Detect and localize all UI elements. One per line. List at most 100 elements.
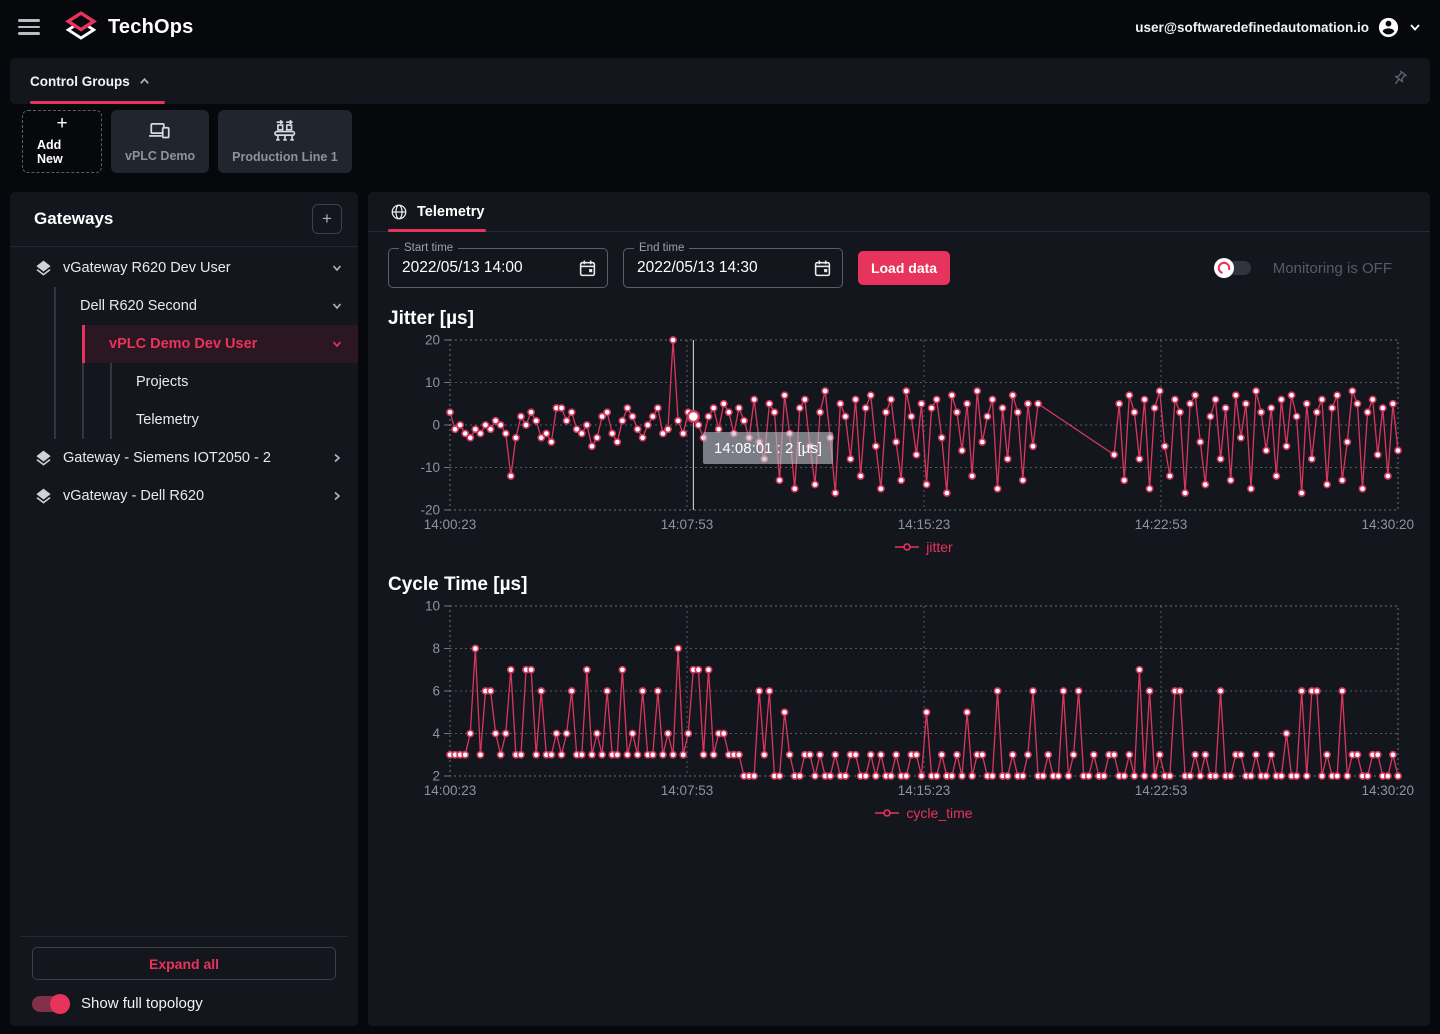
power-knob-icon bbox=[1214, 258, 1234, 278]
chevron-right-icon bbox=[330, 451, 344, 465]
account-icon[interactable] bbox=[1377, 16, 1400, 39]
app-title: TechOps bbox=[108, 16, 194, 39]
svg-text:10: 10 bbox=[425, 600, 440, 614]
techops-logo-icon bbox=[64, 10, 98, 44]
chevron-down-icon bbox=[330, 299, 344, 313]
tree-item-label: vPLC Demo Dev User bbox=[109, 336, 257, 352]
legend-marker-icon bbox=[875, 808, 899, 818]
svg-text:2: 2 bbox=[432, 769, 440, 784]
svg-text:14:15:23: 14:15:23 bbox=[898, 517, 951, 532]
user-menu[interactable]: user@softwaredefinedautomation.io bbox=[1135, 16, 1422, 39]
legend-label: jitter bbox=[926, 539, 952, 555]
tree-item-label: Gateway - Siemens IOT2050 - 2 bbox=[63, 450, 271, 466]
add-gateway-button[interactable]: + bbox=[312, 204, 342, 234]
chart-tooltip: 14:08:01 : 2 [µs] bbox=[703, 432, 833, 464]
chevron-down-icon[interactable] bbox=[1408, 20, 1422, 34]
jitter-chart-block: Jitter [µs] 20 10 0 -10 -2014:00:23 14:07:53 1… bbox=[388, 308, 1410, 560]
load-data-button[interactable]: Load data bbox=[858, 251, 950, 285]
panel-tabs: Telemetry bbox=[368, 192, 1430, 232]
time-controls: Start time End time bbox=[388, 248, 1410, 288]
topology-label: Show full topology bbox=[81, 995, 203, 1012]
monitoring-label: Monitoring is OFF bbox=[1273, 260, 1392, 277]
svg-text:6: 6 bbox=[432, 684, 440, 699]
card-label: vPLC Demo bbox=[125, 149, 195, 163]
start-time-input[interactable] bbox=[389, 259, 578, 277]
layers-icon bbox=[34, 259, 53, 278]
control-groups-bar: Control Groups bbox=[10, 58, 1430, 104]
tree-item-label: Dell R620 Second bbox=[80, 298, 197, 314]
plus-icon: + bbox=[56, 117, 67, 131]
tree-item-telemetry[interactable]: Telemetry bbox=[112, 401, 358, 439]
add-new-card[interactable]: + Add New bbox=[22, 110, 102, 173]
active-tab-underline bbox=[30, 101, 165, 104]
tree-item-dell-r620-second[interactable]: Dell R620 Second bbox=[56, 287, 358, 325]
svg-text:14:30:20: 14:30:20 bbox=[1361, 783, 1414, 798]
user-email: user@softwaredefinedautomation.io bbox=[1135, 20, 1369, 35]
card-label: Production Line 1 bbox=[232, 150, 338, 164]
globe-icon bbox=[390, 203, 408, 221]
tree-item-label: Telemetry bbox=[136, 412, 199, 428]
start-time-field[interactable]: Start time bbox=[388, 248, 608, 288]
tree-item-vgateway-dell-r620[interactable]: vGateway - Dell R620 bbox=[10, 477, 358, 515]
jitter-chart[interactable]: 20 10 0 -10 -2014:00:23 14:07:53 14:15:23 14:22… bbox=[388, 334, 1430, 534]
tree-item-label: Projects bbox=[136, 374, 188, 390]
start-time-label: Start time bbox=[399, 242, 458, 254]
svg-text:4: 4 bbox=[432, 726, 440, 741]
gateway-tree: vGateway R620 Dev User Dell R620 Second … bbox=[10, 247, 358, 936]
show-full-topology-toggle[interactable] bbox=[32, 996, 68, 1012]
tab-telemetry[interactable]: Telemetry bbox=[388, 192, 486, 232]
cycle-time-chart-title: Cycle Time [µs] bbox=[388, 574, 1410, 596]
caret-up-icon bbox=[138, 75, 151, 88]
tree-item-vgateway-r620-dev-user[interactable]: vGateway R620 Dev User bbox=[10, 249, 358, 287]
end-time-input[interactable] bbox=[624, 259, 813, 277]
conveyor-icon bbox=[272, 119, 298, 143]
jitter-legend[interactable]: jitter bbox=[450, 534, 1398, 560]
production-line-card[interactable]: Production Line 1 bbox=[218, 110, 352, 173]
tree-item-label: vGateway - Dell R620 bbox=[63, 488, 204, 504]
monitoring-toggle[interactable] bbox=[1217, 261, 1251, 275]
svg-text:20: 20 bbox=[425, 334, 440, 348]
legend-label: cycle_time bbox=[906, 805, 972, 821]
svg-text:8: 8 bbox=[432, 641, 440, 656]
gateways-panel: Gateways + vGateway R620 Dev User Dell R… bbox=[10, 192, 358, 1026]
legend-marker-icon bbox=[895, 542, 919, 552]
chevron-down-icon bbox=[330, 337, 344, 351]
tree-item-projects[interactable]: Projects bbox=[112, 363, 358, 401]
calendar-icon[interactable] bbox=[813, 259, 832, 278]
control-group-cards: + Add New vPLC Demo Productio bbox=[22, 110, 352, 173]
end-time-field[interactable]: End time bbox=[623, 248, 843, 288]
vplc-demo-card[interactable]: vPLC Demo bbox=[111, 110, 209, 173]
svg-text:14:15:23: 14:15:23 bbox=[898, 783, 951, 798]
svg-text:14:22:53: 14:22:53 bbox=[1135, 517, 1188, 532]
active-tab-underline bbox=[388, 229, 486, 232]
tree-item-gateway-siemens-iot2050[interactable]: Gateway - Siemens IOT2050 - 2 bbox=[10, 439, 358, 477]
svg-text:14:00:23: 14:00:23 bbox=[424, 517, 477, 532]
expand-all-button[interactable]: Expand all bbox=[32, 947, 336, 980]
pin-icon[interactable] bbox=[1391, 70, 1408, 92]
tree-item-vplc-demo-dev-user[interactable]: vPLC Demo Dev User bbox=[82, 325, 358, 363]
tab-control-groups[interactable]: Control Groups bbox=[10, 58, 171, 104]
cycle-time-chart[interactable]: 10864214:00:2314:07:5314:15:2314:22:5314… bbox=[388, 600, 1430, 800]
svg-text:14:07:53: 14:07:53 bbox=[661, 517, 714, 532]
svg-text:-10: -10 bbox=[420, 460, 440, 475]
layers-icon bbox=[34, 449, 53, 468]
menu-icon[interactable] bbox=[18, 19, 40, 35]
jitter-chart-title: Jitter [µs] bbox=[388, 308, 1410, 330]
svg-text:14:30:20: 14:30:20 bbox=[1361, 517, 1414, 532]
calendar-icon[interactable] bbox=[578, 259, 597, 278]
end-time-label: End time bbox=[634, 242, 689, 254]
tree-item-label: vGateway R620 Dev User bbox=[63, 260, 231, 276]
svg-text:14:00:23: 14:00:23 bbox=[424, 783, 477, 798]
telemetry-tab-label: Telemetry bbox=[417, 204, 484, 220]
cycle-time-legend[interactable]: cycle_time bbox=[450, 800, 1398, 826]
cycle-time-chart-block: Cycle Time [µs] 10 8 6 4 214:00:23 14:07:53 14… bbox=[388, 574, 1410, 826]
gateways-title: Gateways bbox=[34, 209, 113, 229]
svg-text:-20: -20 bbox=[420, 503, 440, 518]
svg-text:10: 10 bbox=[425, 375, 440, 390]
svg-text:0: 0 bbox=[432, 418, 440, 433]
devices-icon bbox=[148, 120, 172, 142]
svg-text:14:07:53: 14:07:53 bbox=[661, 783, 714, 798]
brand: TechOps bbox=[64, 10, 194, 44]
telemetry-panel: Telemetry Start time End time bbox=[368, 192, 1430, 1026]
chevron-right-icon bbox=[330, 489, 344, 503]
